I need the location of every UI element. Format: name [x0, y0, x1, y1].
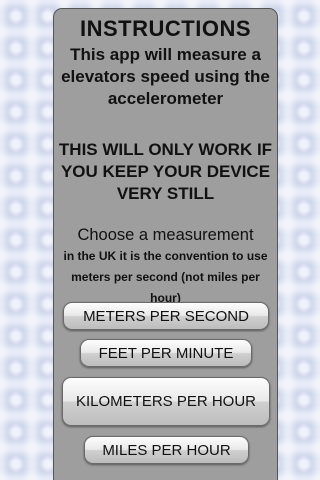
- intro-text: This app will measure a elevators speed …: [61, 45, 270, 108]
- meters-per-second-button[interactable]: METERS PER SECOND: [63, 302, 269, 330]
- warning-text: THIS WILL ONLY WORK IF YOU KEEP YOUR DEV…: [58, 140, 273, 203]
- convention-note: in the UK it is the convention to use me…: [63, 249, 268, 305]
- choose-measurement-label: Choose a measurement: [77, 226, 254, 244]
- miles-per-hour-button[interactable]: MILES PER HOUR: [84, 436, 249, 464]
- page-title: INSTRUCTIONS: [80, 16, 251, 41]
- kilometers-per-hour-button[interactable]: KILOMETERS PER HOUR: [62, 377, 270, 426]
- feet-per-minute-button[interactable]: FEET PER MINUTE: [80, 339, 252, 367]
